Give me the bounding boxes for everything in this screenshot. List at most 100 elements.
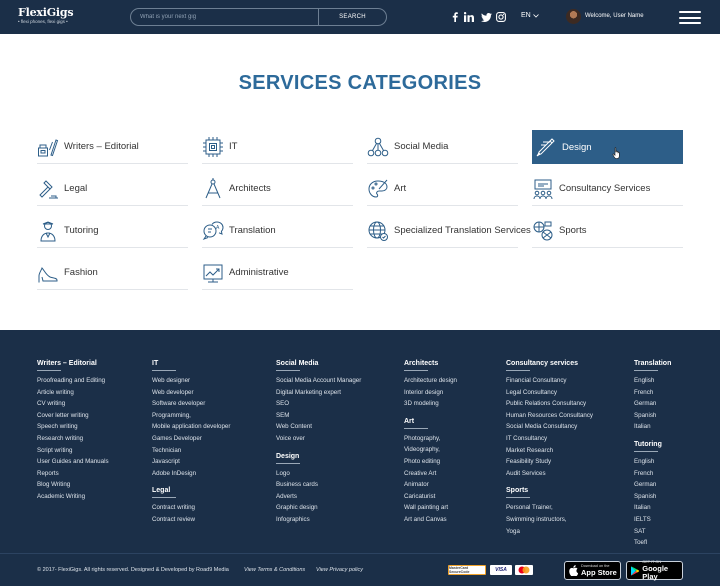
footer-link[interactable]: Article writing <box>37 387 109 399</box>
footer-link[interactable]: Caricaturist <box>404 491 457 503</box>
footer-link[interactable]: IELTS <box>634 514 671 526</box>
footer-heading[interactable]: Art <box>404 418 429 429</box>
footer-link[interactable]: Yoga <box>506 526 593 538</box>
footer-link[interactable]: German <box>634 479 671 491</box>
footer-link[interactable]: Feasibility Study <box>506 456 593 468</box>
footer-link[interactable]: English <box>634 456 671 468</box>
footer-link[interactable]: Script writing <box>37 445 109 457</box>
footer-link[interactable]: Human Resources Consultancy <box>506 410 593 422</box>
footer-link[interactable]: Software developer <box>152 398 230 410</box>
footer-heading[interactable]: Sports <box>506 487 531 499</box>
flexigigs-logo[interactable]: FlexiGigs • flexi phones, flexi gigs • <box>18 6 74 24</box>
twitter-icon[interactable] <box>479 10 493 24</box>
footer-link[interactable]: Animator <box>404 479 457 491</box>
footer-link[interactable]: Cover letter writing <box>37 410 109 422</box>
footer-link[interactable]: Web designer <box>152 375 230 387</box>
terms-link[interactable]: View Terms & Conditions <box>244 567 305 573</box>
footer-link[interactable]: Adverts <box>276 491 361 503</box>
footer-link[interactable]: Contract review <box>152 514 230 526</box>
privacy-link[interactable]: View Privacy policy <box>316 567 363 573</box>
footer-link[interactable]: Social Media Consultancy <box>506 421 593 433</box>
footer-link[interactable]: SEM <box>276 410 361 422</box>
category-social-media[interactable]: Social Media <box>367 130 518 164</box>
instagram-icon[interactable] <box>494 10 508 24</box>
footer-link[interactable]: Adobe InDesign <box>152 468 230 480</box>
footer-link[interactable]: Graphic design <box>276 502 361 514</box>
footer-heading[interactable]: Tutoring <box>634 441 662 452</box>
footer-link[interactable]: Financial Consultancy <box>506 375 593 387</box>
category-tutoring[interactable]: Tutoring <box>37 214 188 248</box>
footer-link[interactable]: Public Relations Consultancy <box>506 398 593 410</box>
footer-link[interactable]: Swimming instructors, <box>506 514 593 526</box>
footer-link[interactable]: Photography, <box>404 433 457 445</box>
footer-heading[interactable]: IT <box>152 360 177 371</box>
footer-link[interactable]: User Guides and Manuals <box>37 456 109 468</box>
footer-link[interactable]: Toefl <box>634 537 671 549</box>
footer-link[interactable]: Interior design <box>404 387 457 399</box>
footer-link[interactable]: Audit Services <box>506 468 593 480</box>
search-button[interactable]: SEARCH <box>318 9 386 25</box>
avatar[interactable] <box>566 9 581 24</box>
footer-link[interactable]: Academic Writing <box>37 491 109 503</box>
app-store-button[interactable]: Download on the App Store <box>564 561 621 580</box>
footer-link[interactable]: Digital Marketing expert <box>276 387 361 399</box>
google-play-button[interactable]: GET IT ON Google Play <box>626 560 683 580</box>
category-consultancy-services[interactable]: Consultancy Services <box>532 172 683 206</box>
footer-link[interactable]: French <box>634 387 671 399</box>
category-design[interactable]: Design <box>532 130 683 164</box>
footer-link[interactable]: Creative Art <box>404 468 457 480</box>
footer-link[interactable]: Technician <box>152 445 230 457</box>
category-writers-editorial[interactable]: Writers – Editorial <box>37 130 188 164</box>
footer-heading[interactable]: Social Media <box>276 360 318 371</box>
footer-link[interactable]: Research writing <box>37 433 109 445</box>
footer-heading[interactable]: Writers – Editorial <box>37 360 97 371</box>
footer-link[interactable]: Personal Trainer, <box>506 502 593 514</box>
category-it[interactable]: IT <box>202 130 353 164</box>
footer-link[interactable]: Italian <box>634 421 671 433</box>
footer-link[interactable]: Proofreading and Editing <box>37 375 109 387</box>
footer-link[interactable]: 3D modeling <box>404 398 457 410</box>
footer-link[interactable]: Market Research <box>506 445 593 457</box>
linkedin-icon[interactable] <box>462 10 476 24</box>
footer-link[interactable]: Business cards <box>276 479 361 491</box>
footer-link[interactable]: Logo <box>276 468 361 480</box>
category-architects[interactable]: Architects <box>202 172 353 206</box>
category-specialized-translation[interactable]: Specialized Translation Services <box>367 214 531 248</box>
category-administrative[interactable]: Administrative <box>202 256 353 290</box>
footer-link[interactable]: Blog Writing <box>37 479 109 491</box>
category-fashion[interactable]: Fashion <box>37 256 188 290</box>
footer-link[interactable]: SAT <box>634 526 671 538</box>
category-art[interactable]: Art <box>367 172 518 206</box>
language-selector[interactable]: EN <box>521 12 539 19</box>
footer-link[interactable]: Mobile application developer <box>152 421 230 433</box>
footer-link[interactable]: English <box>634 375 671 387</box>
footer-link[interactable]: Reports <box>37 468 109 480</box>
footer-heading[interactable]: Legal <box>152 487 177 499</box>
category-sports[interactable]: Sports <box>532 214 683 248</box>
footer-link[interactable]: SEO <box>276 398 361 410</box>
footer-link[interactable]: Javascript <box>152 456 230 468</box>
welcome-text[interactable]: Welcome, User Name <box>585 13 644 19</box>
footer-link[interactable]: Architecture design <box>404 375 457 387</box>
footer-link[interactable]: Contract writing <box>152 502 230 514</box>
footer-link[interactable]: Spanish <box>634 491 671 503</box>
footer-heading[interactable]: Architects <box>404 360 438 371</box>
footer-link[interactable]: IT Consultancy <box>506 433 593 445</box>
footer-link[interactable]: Spanish <box>634 410 671 422</box>
search-input[interactable] <box>131 9 318 25</box>
footer-link[interactable]: Web developer <box>152 387 230 399</box>
footer-link[interactable]: Voice over <box>276 433 361 445</box>
facebook-icon[interactable] <box>448 10 462 24</box>
footer-link[interactable]: Games Developer <box>152 433 230 445</box>
footer-heading[interactable]: Translation <box>634 360 671 371</box>
footer-link[interactable]: French <box>634 468 671 480</box>
footer-heading[interactable]: Consultancy services <box>506 360 578 371</box>
footer-link[interactable]: Infographics <box>276 514 361 526</box>
footer-link[interactable]: Web Content <box>276 421 361 433</box>
footer-link[interactable]: Legal Consultancy <box>506 387 593 399</box>
footer-link[interactable]: Art and Canvas <box>404 514 457 526</box>
footer-link[interactable]: Wall painting art <box>404 502 457 514</box>
footer-link[interactable]: Videography, <box>404 444 457 456</box>
category-legal[interactable]: Legal <box>37 172 188 206</box>
footer-link[interactable]: Italian <box>634 502 671 514</box>
